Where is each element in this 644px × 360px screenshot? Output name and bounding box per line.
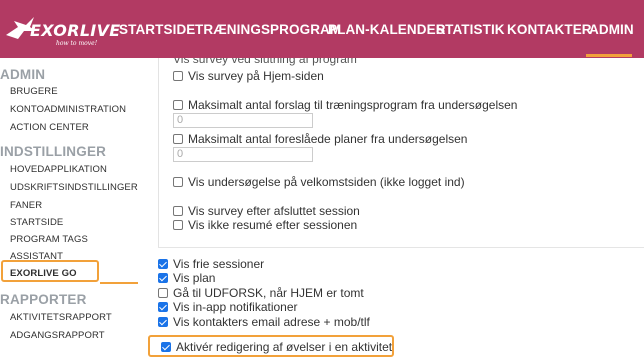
checkbox[interactable] [173, 206, 183, 216]
checkbox[interactable] [158, 302, 168, 312]
option-label: Vis survey efter afsluttet session [188, 204, 360, 218]
sidebar-item-faner[interactable]: FANER [10, 200, 42, 211]
sidebar-section-indstillinger: INDSTILLINGER [0, 144, 107, 159]
sidebar-highlight-box [1, 260, 99, 282]
checkbox[interactable] [173, 71, 183, 81]
option-label: Maksimalt antal foreslåede planer fra un… [188, 132, 468, 146]
option-no-summary[interactable]: Vis ikke resumé efter sessionen [173, 218, 357, 232]
logo-tagline: how to move! [56, 40, 98, 47]
option-label: Vis undersøgelse på velkomstsiden (ikke … [188, 175, 465, 189]
nav-plan-kalender[interactable]: PLAN-KALENDER [328, 22, 446, 37]
sidebar-item-action-center[interactable]: ACTION CENTER [10, 122, 89, 133]
sidebar-item-kontoadministration[interactable]: KONTOADMINISTRATION [10, 104, 126, 115]
sidebar-section-admin: ADMIN [0, 67, 46, 82]
checkbox[interactable] [158, 273, 168, 283]
sidebar-item-udskriftsindstillinger[interactable]: UDSKRIFTSINDSTILLINGER [10, 182, 138, 193]
sidebar-item-hovedapplikation[interactable]: HOVEDAPPLIKATION [10, 164, 107, 175]
nav-admin[interactable]: ADMIN [589, 22, 634, 37]
max-plan-suggestions-input[interactable]: 0 [173, 147, 313, 162]
nav-kontakter[interactable]: KONTAKTER [507, 22, 592, 37]
option-contact-email[interactable]: Vis kontakters email adrese + mob/tlf [158, 315, 370, 329]
option-label: Vis plan [173, 271, 216, 285]
sidebar-section-rapporter: RAPPORTER [0, 292, 87, 307]
option-explore-when-empty[interactable]: Gå til UDFORSK, når HJEM er tomt [158, 286, 364, 300]
option-free-sessions[interactable]: Vis frie sessioner [158, 257, 264, 271]
checkbox[interactable] [158, 317, 168, 327]
exorlive-logo[interactable]: EXORLIVE how to move! [0, 10, 120, 50]
sidebar-item-aktivitetsrapport[interactable]: AKTIVITETSRAPPORT [10, 312, 112, 323]
sidebar-item-brugere[interactable]: BRUGERE [10, 86, 58, 97]
sidebar-item-adgangsrapport[interactable]: ADGANGSRAPPORT [10, 330, 105, 341]
section-divider [158, 247, 644, 248]
option-max-plan-suggestions[interactable]: Maksimalt antal foreslåede planer fra un… [173, 132, 467, 146]
nav-startside[interactable]: STARTSIDE [119, 22, 195, 37]
top-nav-bar: EXORLIVE how to move! STARTSIDE TRÆNINGS… [0, 0, 644, 58]
option-label: Maksimalt antal forslag til træningsprog… [188, 98, 518, 112]
checkbox[interactable] [158, 288, 168, 298]
option-survey-after-session[interactable]: Vis survey efter afsluttet session [173, 204, 360, 218]
option-label: Vis kontakters email adrese + mob/tlf [173, 315, 370, 329]
sidebar-item-program-tags[interactable]: PROGRAM TAGS [10, 234, 88, 245]
max-program-suggestions-input[interactable]: 0 [173, 113, 313, 128]
option-survey-welcome[interactable]: Vis undersøgelse på velkomstsiden (ikke … [173, 175, 465, 189]
option-label: Aktivér redigering af øvelser i en aktiv… [176, 340, 393, 354]
checkbox[interactable] [173, 220, 183, 230]
checkbox[interactable] [173, 177, 183, 187]
option-edit-exercises[interactable]: Aktivér redigering af øvelser i en aktiv… [161, 340, 392, 354]
sidebar: ADMIN BRUGERE KONTOADMINISTRATION ACTION… [0, 58, 140, 360]
option-label: Gå til UDFORSK, når HJEM er tomt [173, 286, 364, 300]
checkbox[interactable] [158, 259, 168, 269]
main-content: Vis survey ved slutning af program Vis s… [148, 58, 644, 360]
checkbox[interactable] [173, 100, 183, 110]
option-show-plan[interactable]: Vis plan [158, 271, 215, 285]
sidebar-item-startside[interactable]: STARTSIDE [10, 217, 63, 228]
nav-statistik[interactable]: STATISTIK [436, 22, 505, 37]
nav-active-indicator [586, 54, 632, 57]
nav-traeningsprogram[interactable]: TRÆNINGSPROGRAM [195, 22, 341, 37]
logo-wordmark: EXORLIVE [30, 21, 121, 40]
option-in-app-notifications[interactable]: Vis in-app notifikationer [158, 300, 298, 314]
checkbox[interactable] [173, 134, 183, 144]
option-survey-home[interactable]: Vis survey på Hjem-siden [173, 69, 324, 83]
option-label: Vis frie sessioner [173, 257, 265, 271]
checkbox[interactable] [161, 342, 171, 352]
option-max-program-suggestions[interactable]: Maksimalt antal forslag til træningsprog… [173, 98, 517, 112]
option-label: Vis survey på Hjem-siden [188, 69, 324, 83]
sidebar-highlight-connector [100, 282, 138, 284]
option-label: Vis in-app notifikationer [173, 300, 298, 314]
survey-settings-panel: Vis survey ved slutning af program Vis s… [158, 58, 644, 248]
option-label: Vis ikke resumé efter sessionen [188, 218, 358, 232]
